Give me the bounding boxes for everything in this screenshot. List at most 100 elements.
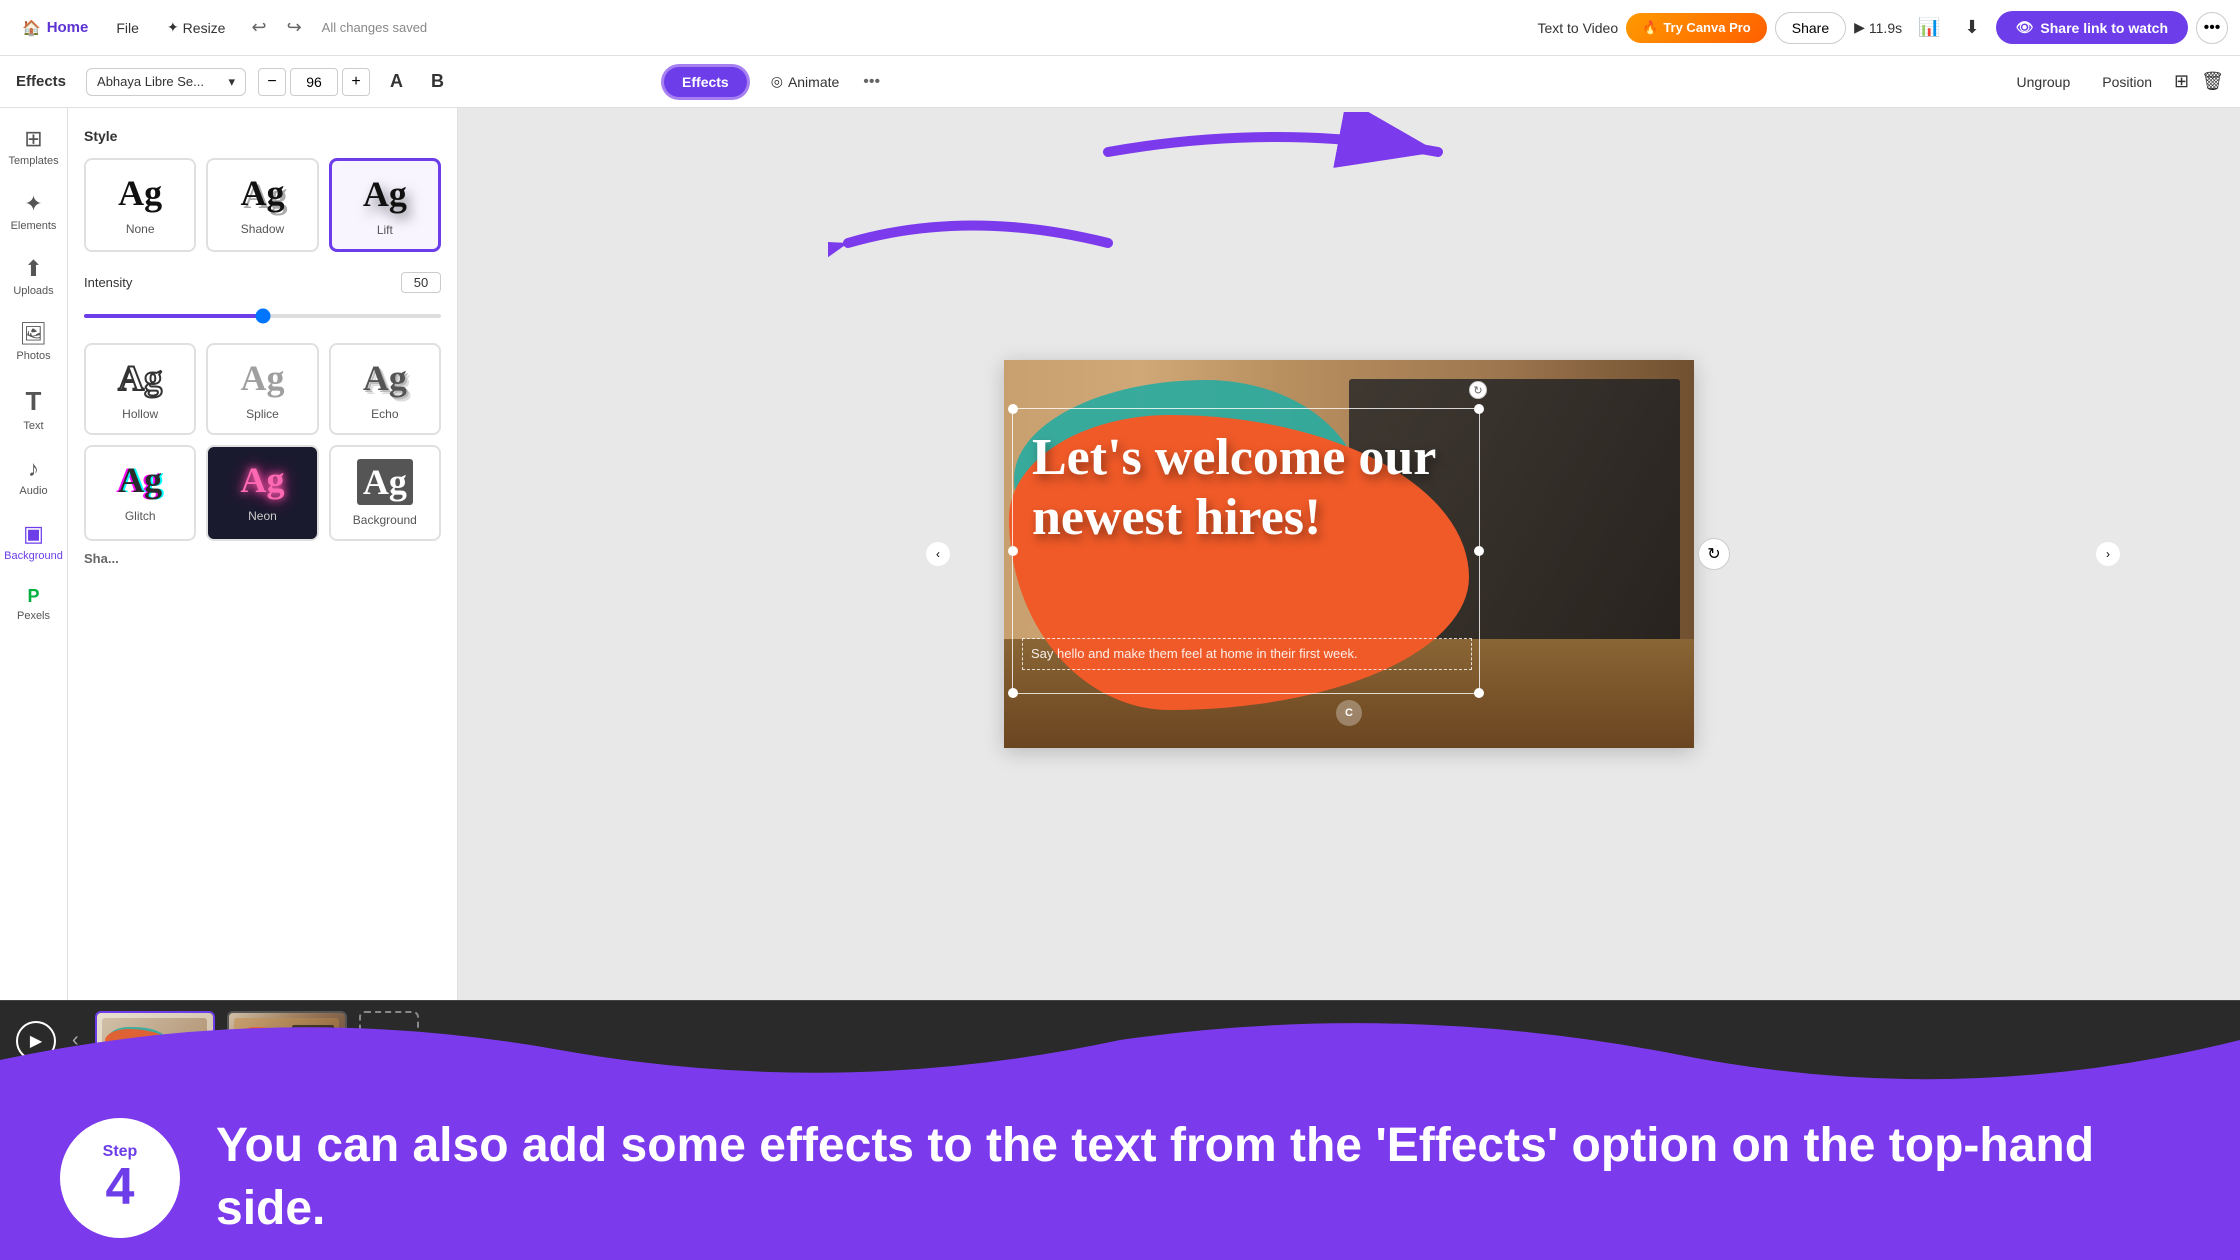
style-section-title: Style [84, 128, 441, 144]
eye-icon: 👁 [2016, 19, 2034, 36]
right-arrow-annotation [1098, 112, 1458, 192]
effect-lift-card[interactable]: Ag Lift [329, 158, 441, 252]
effect-shadow-preview: Ag [240, 172, 284, 214]
effect-hollow-card[interactable]: Ag Hollow [84, 343, 196, 435]
effect-lift-label: Lift [377, 223, 393, 237]
sidebar-item-background[interactable]: ▣ Background [4, 511, 64, 572]
ungroup-button[interactable]: Ungroup [2007, 68, 2081, 96]
top-navigation: 🏠 Home File ✦ Resize ↩ ↪ All changes sav… [0, 0, 2240, 56]
effect-shadow-card[interactable]: Ag Shadow [206, 158, 318, 252]
text-icon: T [26, 386, 42, 417]
chart-icon-button[interactable]: 📊 [1910, 13, 1948, 42]
effect-none-preview: Ag [118, 172, 162, 214]
effect-background-preview: Ag [357, 459, 413, 505]
effect-neon-label: Neon [248, 509, 277, 523]
more-options-button[interactable]: ••• [2196, 12, 2228, 44]
redo-button[interactable]: ↪ [279, 13, 310, 42]
effect-splice-card[interactable]: Ag Splice [206, 343, 318, 435]
file-menu[interactable]: File [106, 14, 149, 42]
bold-button[interactable]: B [423, 67, 452, 96]
effect-echo-label: Echo [371, 407, 398, 421]
timer-badge: ▶ 11.9s [1854, 19, 1902, 36]
canvas-headline: Let's welcome our newest hires! [1032, 428, 1472, 548]
download-button[interactable]: ⬇ [1957, 13, 1988, 42]
home-icon: 🏠 [22, 19, 41, 37]
more-toolbar-options-button[interactable]: ••• [863, 73, 880, 91]
effect-hollow-preview: Ag [118, 357, 162, 399]
sidebar-item-templates[interactable]: ⊞ Templates [4, 116, 64, 177]
share-watch-button[interactable]: 👁 Share link to watch [1996, 11, 2188, 44]
effect-echo-card[interactable]: Ag Echo [329, 343, 441, 435]
effect-neon-card[interactable]: Ag Neon [206, 445, 318, 541]
font-selector[interactable]: Abhaya Libre Se... ▾ [86, 68, 246, 96]
intensity-row: Intensity [84, 272, 441, 293]
undo-button[interactable]: ↩ [243, 13, 274, 42]
bottom-wave-section: Step 4 You can also add some effects to … [0, 1000, 2240, 1260]
background-label: Background [4, 550, 63, 562]
effect-echo-preview: Ag [363, 357, 407, 399]
uploads-label: Uploads [13, 285, 53, 297]
increase-font-size-button[interactable]: + [342, 68, 370, 96]
effect-none-label: None [126, 222, 155, 236]
shape-section-hint: Sha... [84, 551, 441, 566]
intensity-input[interactable] [401, 272, 441, 293]
resize-label: Resize [183, 20, 226, 36]
effect-none-card[interactable]: Ag None [84, 158, 196, 252]
refresh-button[interactable]: ↻ [1698, 538, 1730, 570]
position-button[interactable]: Position [2092, 68, 2162, 96]
step-description: You can also add some effects to the tex… [216, 1115, 2180, 1240]
decrease-font-size-button[interactable]: − [258, 68, 286, 96]
font-size-control: − + [258, 68, 370, 96]
home-button[interactable]: 🏠 Home [12, 13, 98, 43]
text-label: Text [23, 420, 43, 432]
pexels-icon: P [27, 586, 39, 607]
audio-label: Audio [19, 485, 47, 497]
templates-label: Templates [8, 155, 58, 167]
sidebar-item-audio[interactable]: ♪ Audio [4, 446, 64, 507]
share-button[interactable]: Share [1775, 12, 1846, 44]
audio-icon: ♪ [28, 456, 39, 482]
try-pro-button[interactable]: 🔥 Try Canva Pro [1626, 13, 1767, 43]
fire-icon: 🔥 [1642, 20, 1658, 36]
effects-panel: Style Ag None Ag Shadow Ag Lift Intensit… [68, 108, 458, 1000]
sidebar-item-elements[interactable]: ✦ Elements [4, 181, 64, 242]
canvas-frame[interactable]: ↻ Let's welcome our newest hires! Say he… [1004, 360, 1694, 748]
animate-button[interactable]: ◎ Animate [759, 67, 852, 96]
effect-glitch-label: Glitch [125, 509, 156, 523]
resize-button[interactable]: ✦ Resize [157, 13, 236, 42]
secondary-toolbar: Effects Abhaya Libre Se... ▾ − + A B Eff… [0, 56, 2240, 108]
canvas-next-button[interactable]: › [2096, 542, 2120, 566]
step-number: 4 [106, 1161, 135, 1213]
text-type-button[interactable]: A [382, 67, 411, 96]
photos-label: Photos [16, 350, 50, 362]
saved-status: All changes saved [322, 20, 428, 35]
effect-background-label: Background [353, 513, 417, 527]
elements-label: Elements [11, 220, 57, 232]
sidebar: ⊞ Templates ✦ Elements ⬆ Uploads 🖼 Photo… [0, 108, 68, 1000]
step-circle: Step 4 [60, 1118, 180, 1238]
effects-button[interactable]: Effects [664, 67, 747, 97]
delete-icon[interactable]: 🗑 [2201, 71, 2224, 92]
background-icon: ▣ [23, 521, 44, 547]
canvas-prev-button[interactable]: ‹ [926, 542, 950, 566]
effect-splice-label: Splice [246, 407, 279, 421]
effect-hollow-label: Hollow [122, 407, 158, 421]
effect-lift-preview: Ag [363, 173, 407, 215]
effect-shadow-label: Shadow [241, 222, 284, 236]
effect-splice-preview: Ag [240, 357, 284, 399]
font-size-input[interactable] [290, 68, 338, 96]
transparency-icon[interactable]: ⊞ [2174, 71, 2189, 92]
elements-icon: ✦ [24, 191, 42, 217]
canvas-area[interactable]: ↻ Let's welcome our newest hires! Say he… [458, 108, 2240, 1000]
pexels-label: Pexels [17, 610, 50, 622]
chevron-down-icon: ▾ [229, 74, 236, 90]
intensity-slider[interactable] [84, 314, 441, 318]
toolbar-panel-title: Effects [16, 73, 66, 90]
sidebar-item-pexels[interactable]: P Pexels [4, 576, 64, 632]
effect-glitch-card[interactable]: Ag Glitch [84, 445, 196, 541]
sidebar-item-text[interactable]: T Text [4, 376, 64, 442]
sidebar-item-photos[interactable]: 🖼 Photos [4, 311, 64, 372]
sidebar-item-uploads[interactable]: ⬆ Uploads [4, 246, 64, 307]
uploads-icon: ⬆ [24, 256, 42, 282]
effect-background-card[interactable]: Ag Background [329, 445, 441, 541]
